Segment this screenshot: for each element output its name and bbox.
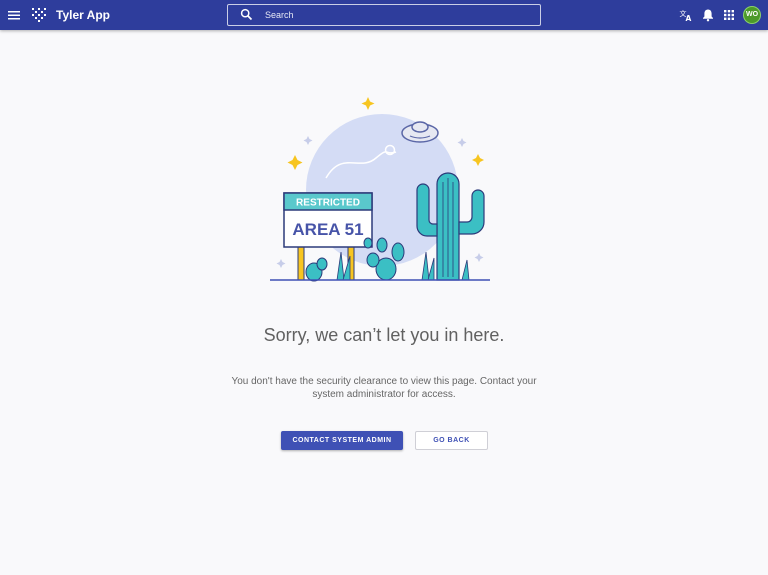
app-title[interactable]: Tyler App bbox=[56, 7, 110, 23]
page-title: Sorry, we can’t let you in here. bbox=[263, 325, 505, 345]
go-back-button[interactable]: GO BACK bbox=[415, 431, 488, 450]
sign-top-text: RESTRICTED bbox=[296, 198, 360, 209]
user-avatar[interactable]: WO bbox=[744, 7, 760, 23]
access-denied-message: You don't have the security clearance to… bbox=[231, 376, 537, 400]
app-header: Tyler App 文 A WO bbox=[0, 0, 768, 30]
translate-icon[interactable]: 文 A bbox=[679, 8, 693, 22]
apps-grid-icon[interactable] bbox=[722, 8, 736, 22]
search-bar[interactable] bbox=[227, 4, 541, 26]
tyler-logo-icon bbox=[32, 8, 46, 22]
star-icon bbox=[287, 155, 303, 170]
search-icon bbox=[240, 8, 253, 21]
sign-main-text: AREA 51 bbox=[292, 220, 363, 239]
menu-icon[interactable] bbox=[7, 8, 21, 22]
search-input[interactable] bbox=[265, 6, 525, 24]
restricted-sign: RESTRICTED AREA 51 bbox=[283, 192, 373, 248]
star-icon bbox=[361, 97, 375, 110]
svg-text:A: A bbox=[686, 14, 692, 22]
star-icon bbox=[472, 154, 484, 166]
notifications-bell-icon[interactable] bbox=[701, 8, 715, 22]
restricted-area-illustration: RESTRICTED AREA 51 bbox=[270, 97, 490, 282]
contact-system-admin-button[interactable]: CONTACT SYSTEM ADMIN bbox=[281, 431, 403, 450]
